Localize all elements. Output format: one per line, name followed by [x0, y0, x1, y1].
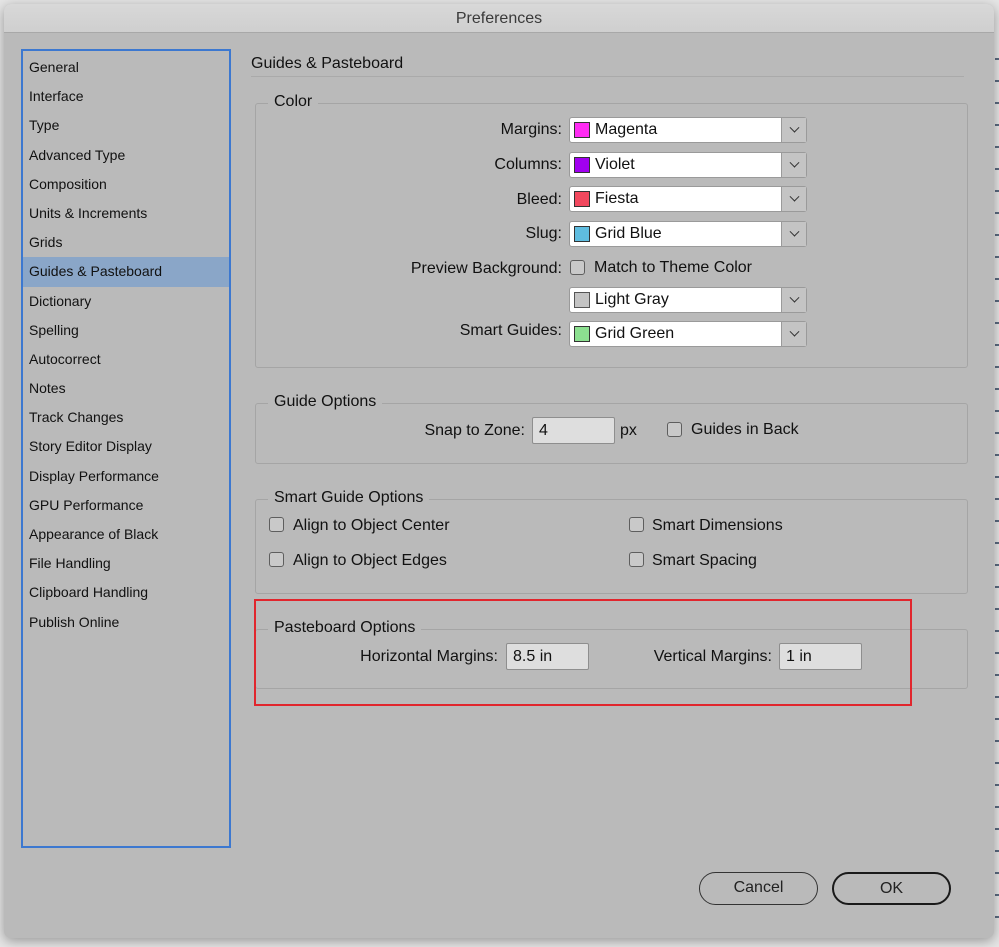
snap-unit-label: px	[620, 422, 637, 439]
slug-label: Slug:	[525, 225, 562, 242]
columns-color-value: Violet	[595, 156, 635, 173]
sidebar-item-guides-and-pasteboard[interactable]: Guides & Pasteboard	[23, 257, 229, 287]
chevron-down-icon	[789, 226, 799, 237]
align-edges-label[interactable]: Align to Object Edges	[293, 551, 447, 571]
annotation-highlight-box	[254, 599, 912, 706]
color-group-legend: Color	[268, 92, 319, 112]
sidebar-item-file-handling[interactable]: File Handling	[23, 549, 229, 578]
sidebar-item-units-and-increments[interactable]: Units & Increments	[23, 199, 229, 228]
align-edges-checkbox[interactable]	[269, 552, 284, 567]
margins-label: Margins:	[500, 121, 562, 138]
magenta-swatch-icon	[574, 122, 590, 138]
smart-guides-color-value: Grid Green	[595, 325, 675, 342]
sidebar-item-track-changes[interactable]: Track Changes	[23, 403, 229, 432]
guides-in-back-checkbox[interactable]	[667, 422, 682, 437]
chevron-down-icon	[789, 191, 799, 202]
slug-color-value: Grid Blue	[595, 225, 662, 242]
smart-dimensions-checkbox[interactable]	[629, 517, 644, 532]
columns-label: Columns:	[494, 156, 562, 173]
sidebar-item-appearance-of-black[interactable]: Appearance of Black	[23, 520, 229, 549]
smart-guides-dropdown-button[interactable]	[781, 322, 806, 346]
violet-swatch-icon	[574, 157, 590, 173]
sidebar-item-spelling[interactable]: Spelling	[23, 316, 229, 345]
chevron-down-icon	[789, 326, 799, 337]
title-bar[interactable]: Preferences	[4, 4, 994, 33]
guides-in-back-label[interactable]: Guides in Back	[691, 420, 799, 440]
align-center-label[interactable]: Align to Object Center	[293, 516, 450, 536]
smart-dimensions-label[interactable]: Smart Dimensions	[652, 516, 783, 536]
sidebar-item-interface[interactable]: Interface	[23, 82, 229, 111]
sidebar-item-autocorrect[interactable]: Autocorrect	[23, 345, 229, 374]
fiesta-swatch-icon	[574, 191, 590, 207]
sidebar-item-story-editor-display[interactable]: Story Editor Display	[23, 432, 229, 461]
sidebar-item-display-performance[interactable]: Display Performance	[23, 462, 229, 491]
sidebar-list[interactable]: General Interface Type Advanced Type Composi…	[21, 49, 231, 848]
light-gray-swatch-icon	[574, 292, 590, 308]
sidebar-item-dictionary[interactable]: Dictionary	[23, 287, 229, 316]
bleed-label: Bleed:	[516, 191, 562, 208]
columns-dropdown-button[interactable]	[781, 153, 806, 177]
bleed-color-select[interactable]: Fiesta	[569, 186, 807, 212]
grid-blue-swatch-icon	[574, 226, 590, 242]
chevron-down-icon	[789, 122, 799, 133]
sidebar-item-clipboard-handling[interactable]: Clipboard Handling	[23, 578, 229, 607]
bleed-dropdown-button[interactable]	[781, 187, 806, 211]
sidebar-item-general[interactable]: General	[23, 53, 229, 82]
sidebar-item-type[interactable]: Type	[23, 111, 229, 140]
window-title: Preferences	[455, 10, 543, 27]
sidebar-item-composition[interactable]: Composition	[23, 170, 229, 199]
page-title: Guides & Pasteboard	[251, 49, 964, 77]
preview-background-select[interactable]: Light Gray	[569, 287, 807, 313]
sidebar-item-publish-online[interactable]: Publish Online	[23, 608, 229, 637]
chevron-down-icon	[789, 292, 799, 303]
match-theme-color-checkbox[interactable]	[570, 260, 585, 275]
sidebar-item-advanced-type[interactable]: Advanced Type	[23, 141, 229, 170]
smart-guides-label: Smart Guides:	[459, 322, 562, 339]
margins-color-value: Magenta	[595, 121, 658, 138]
columns-color-select[interactable]: Violet	[569, 152, 807, 178]
match-theme-color-label[interactable]: Match to Theme Color	[594, 258, 752, 278]
cancel-button[interactable]: Cancel	[699, 872, 818, 905]
align-center-checkbox[interactable]	[269, 517, 284, 532]
smart-spacing-checkbox[interactable]	[629, 552, 644, 567]
slug-color-select[interactable]: Grid Blue	[569, 221, 807, 247]
smart-guide-options-group: Smart Guide Options	[255, 488, 968, 594]
sidebar-item-notes[interactable]: Notes	[23, 374, 229, 403]
bleed-color-value: Fiesta	[595, 190, 639, 207]
smart-spacing-label[interactable]: Smart Spacing	[652, 551, 757, 571]
guide-options-legend: Guide Options	[268, 392, 383, 412]
preview-background-dropdown-button[interactable]	[781, 288, 806, 312]
preview-background-label: Preview Background:	[410, 260, 562, 277]
preview-background-value: Light Gray	[595, 291, 669, 308]
smart-guide-options-legend: Smart Guide Options	[268, 488, 430, 508]
main-panel: Guides & Pasteboard	[251, 49, 966, 77]
snap-to-zone-label: Snap to Zone:	[424, 422, 525, 439]
sidebar-item-gpu-performance[interactable]: GPU Performance	[23, 491, 229, 520]
slug-dropdown-button[interactable]	[781, 222, 806, 246]
ok-button[interactable]: OK	[832, 872, 951, 905]
margins-dropdown-button[interactable]	[781, 118, 806, 142]
snap-to-zone-input[interactable]: 4	[532, 417, 615, 444]
smart-guides-color-select[interactable]: Grid Green	[569, 321, 807, 347]
background-window-edge	[995, 38, 999, 938]
chevron-down-icon	[789, 157, 799, 168]
grid-green-swatch-icon	[574, 326, 590, 342]
sidebar-item-grids[interactable]: Grids	[23, 228, 229, 257]
margins-color-select[interactable]: Magenta	[569, 117, 807, 143]
